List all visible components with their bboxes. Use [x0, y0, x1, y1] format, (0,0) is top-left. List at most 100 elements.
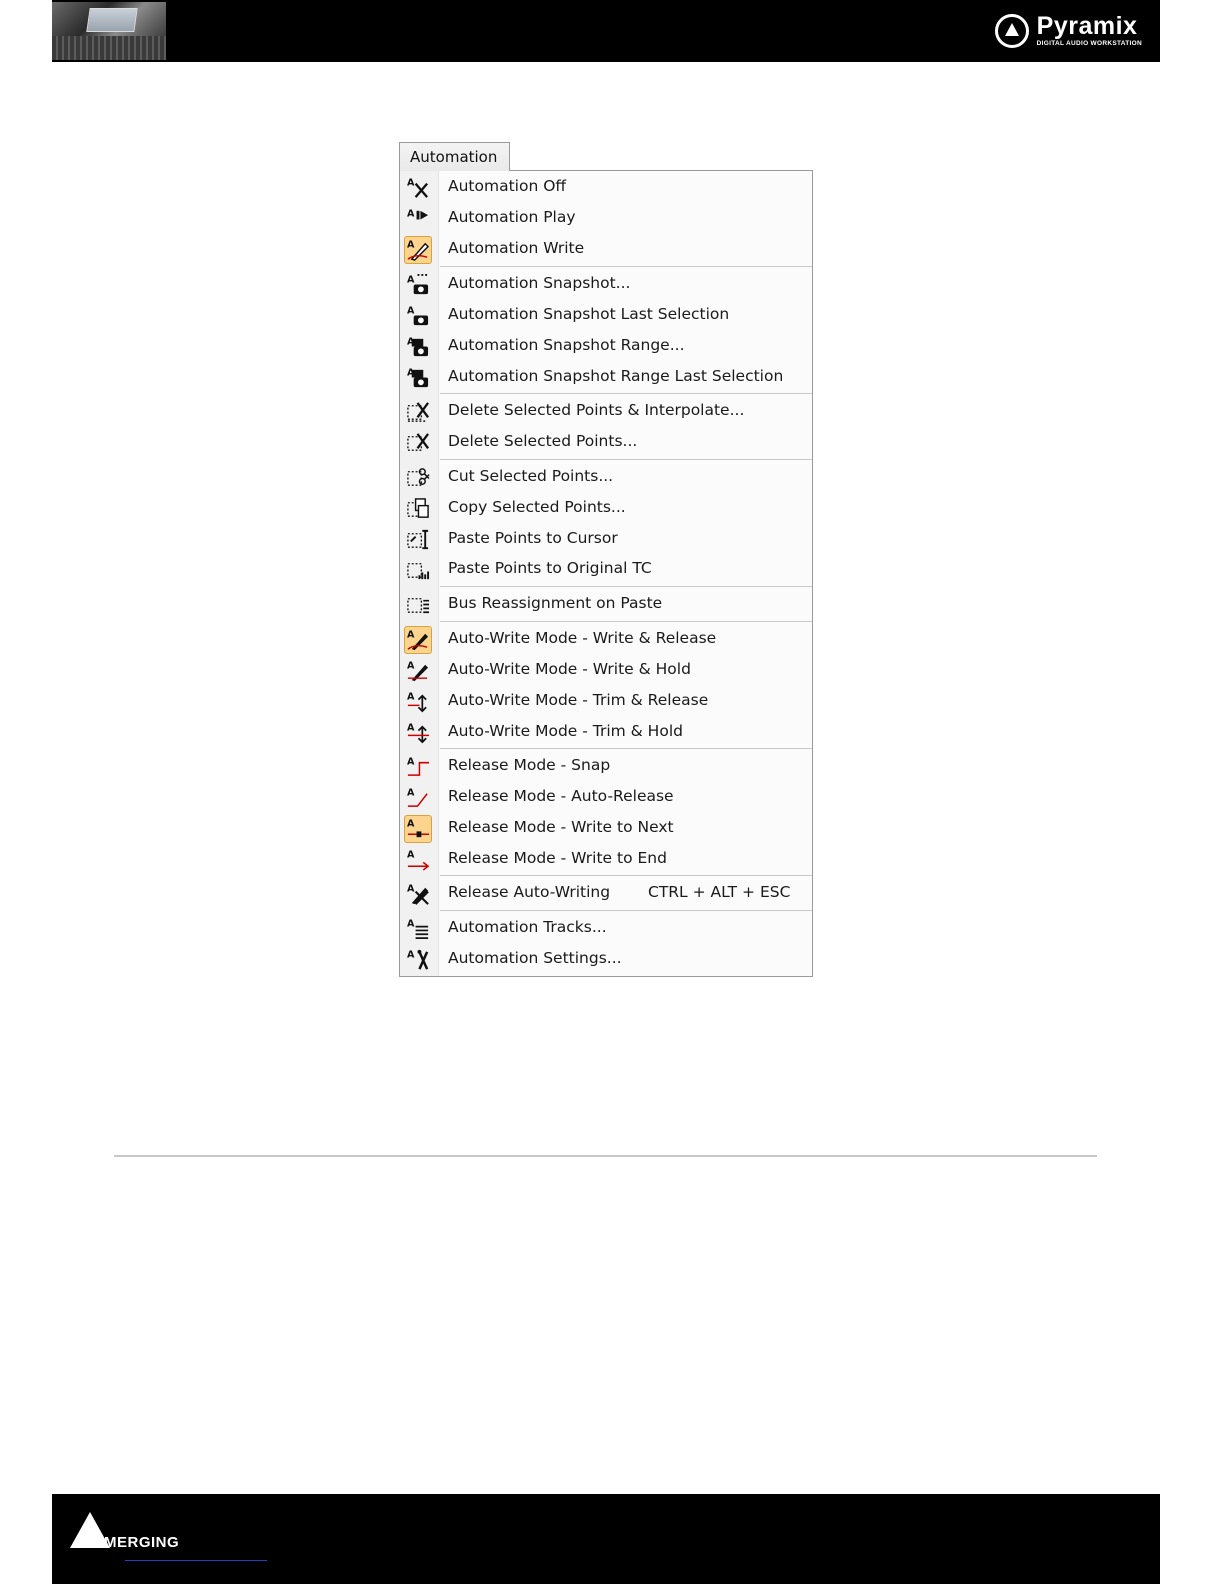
delete-points-icon: [404, 429, 432, 457]
trim-hold-icon: A: [404, 719, 432, 747]
automation-write-icon: A: [404, 236, 432, 264]
menu-item-label: Automation Write: [448, 239, 585, 257]
pyramix-subtitle: DIGITAL AUDIO WORKSTATION: [1036, 40, 1142, 48]
release-next-icon: A: [404, 815, 432, 843]
menu-item-label: Auto-Write Mode - Write & Hold: [448, 660, 691, 678]
bus-reassign-icon: [404, 591, 432, 619]
svg-text:A: A: [407, 240, 415, 251]
menu-item[interactable]: Delete Selected Points...: [400, 427, 812, 458]
automation-tracks-icon: A: [404, 915, 432, 943]
menu-separator: [440, 875, 812, 876]
menu-item[interactable]: A Release Mode - Write to End: [400, 844, 812, 875]
menu-item-label: Auto-Write Mode - Trim & Hold: [448, 722, 683, 740]
automation-play-icon: A: [404, 205, 432, 233]
copy-points-icon: [404, 495, 432, 523]
svg-text:A: A: [407, 630, 415, 641]
menu-item-label: Automation Snapshot Range...: [448, 336, 685, 354]
svg-text:A: A: [407, 819, 415, 830]
menu-item-shortcut: CTRL + ALT + ESC: [648, 883, 791, 901]
automation-off-icon: A: [404, 174, 432, 202]
snapshot-range-icon: A: [404, 333, 432, 361]
menu-item[interactable]: A Release Mode - Write to Next: [400, 813, 812, 844]
snapshot-last-icon: A: [404, 302, 432, 330]
paste-original-icon: [404, 556, 432, 584]
menu-item-label: Copy Selected Points...: [448, 498, 626, 516]
menu-item[interactable]: A Automation Snapshot...: [400, 269, 812, 300]
svg-text:A: A: [407, 661, 415, 672]
paste-cursor-icon: [404, 526, 432, 554]
studio-photo: [52, 2, 166, 60]
release-auto-icon: A: [404, 784, 432, 812]
svg-text:A: A: [407, 757, 415, 768]
release-end-icon: A: [404, 846, 432, 874]
menu-item[interactable]: A Auto-Write Mode - Trim & Hold: [400, 717, 812, 748]
svg-text:A: A: [407, 275, 415, 286]
menu-item[interactable]: A Automation Snapshot Last Selection: [400, 300, 812, 331]
menu-item-label: Automation Off: [448, 177, 567, 195]
menu-item[interactable]: A Auto-Write Mode - Write & Release: [400, 624, 812, 655]
pyramix-brand: Pyramix: [1036, 12, 1138, 41]
svg-text:A: A: [407, 850, 415, 861]
menu-item-label: Paste Points to Cursor: [448, 529, 618, 547]
menu-separator: [440, 621, 812, 622]
menu-item-label: Automation Snapshot Range Last Selection: [448, 367, 784, 385]
menu-item[interactable]: A Release Mode - Auto-Release: [400, 782, 812, 813]
menu-item[interactable]: A Auto-Write Mode - Write & Hold: [400, 655, 812, 686]
menu-item[interactable]: A Automation Snapshot Range...: [400, 331, 812, 362]
menu-item[interactable]: A Release Auto-Writing CTRL + ALT + ESC: [400, 878, 812, 909]
svg-text:A: A: [407, 788, 415, 799]
menu-item-label: Auto-Write Mode - Trim & Release: [448, 691, 709, 709]
menu-item-label: Release Mode - Auto-Release: [448, 787, 674, 805]
menu-item[interactable]: Delete Selected Points & Interpolate...: [400, 396, 812, 427]
pyramix-logo-icon: [994, 14, 1029, 48]
merging-brand: MERGING: [104, 1534, 180, 1551]
menu-item-label: Bus Reassignment on Paste: [448, 594, 663, 612]
menu-item[interactable]: A Release Mode - Snap: [400, 751, 812, 782]
menu-item-label: Release Mode - Snap: [448, 756, 611, 774]
delete-interpolate-icon: [404, 398, 432, 426]
menu-title-automation[interactable]: Automation: [399, 142, 510, 171]
menu-item-label: Release Auto-Writing: [448, 883, 611, 901]
trim-release-icon: A: [404, 688, 432, 716]
release-writing-icon: A: [404, 880, 432, 908]
menu-item-label: Release Mode - Write to Next: [448, 818, 674, 836]
menu-item[interactable]: Bus Reassignment on Paste: [400, 589, 812, 620]
menu-separator: [440, 748, 812, 749]
svg-text:A: A: [407, 306, 415, 317]
svg-text:A: A: [407, 884, 415, 895]
menu-item[interactable]: A Auto-Write Mode - Trim & Release: [400, 686, 812, 717]
page-footer: MERGING: [52, 1494, 1160, 1584]
automation-settings-icon: A: [404, 946, 432, 974]
menu-item[interactable]: A Automation Snapshot Range Last Selectio…: [400, 362, 812, 393]
menu-item[interactable]: A Automation Off: [400, 172, 812, 203]
menu-item-label: Release Mode - Write to End: [448, 849, 667, 867]
menu-item[interactable]: Copy Selected Points...: [400, 493, 812, 524]
release-snap-icon: A: [404, 753, 432, 781]
svg-text:A: A: [407, 209, 415, 220]
menu-item[interactable]: A Automation Settings...: [400, 944, 812, 975]
menu-item[interactable]: Paste Points to Cursor: [400, 524, 812, 555]
menu-item[interactable]: A Automation Write: [400, 234, 812, 265]
menu-item-label: Cut Selected Points...: [448, 467, 614, 485]
menu-separator: [440, 266, 812, 267]
menu-item-label: Delete Selected Points...: [448, 432, 638, 450]
menu-item-label: Automation Play: [448, 208, 576, 226]
automation-menu: A Automation Off A Automation Play A Automati…: [399, 170, 813, 977]
menu-item-label: Delete Selected Points & Interpolate...: [448, 401, 745, 419]
menu-item-label: Auto-Write Mode - Write & Release: [448, 629, 717, 647]
menu-separator: [440, 393, 812, 394]
page-divider: [114, 1155, 1097, 1157]
footer-link[interactable]: [125, 1560, 267, 1561]
write-hold-icon: A: [404, 657, 432, 685]
menu-item[interactable]: A Automation Tracks...: [400, 913, 812, 944]
menu-item[interactable]: A Automation Play: [400, 203, 812, 234]
menu-item[interactable]: Cut Selected Points...: [400, 462, 812, 493]
svg-text:A: A: [407, 919, 415, 930]
menu-separator: [440, 910, 812, 911]
menu-item[interactable]: Paste Points to Original TC: [400, 554, 812, 585]
snapshot-icon: A: [404, 271, 432, 299]
svg-text:A: A: [407, 723, 415, 734]
svg-text:A: A: [407, 178, 415, 189]
page-header: Pyramix DIGITAL AUDIO WORKSTATION: [52, 0, 1160, 62]
menu-item-label: Automation Snapshot...: [448, 274, 631, 292]
